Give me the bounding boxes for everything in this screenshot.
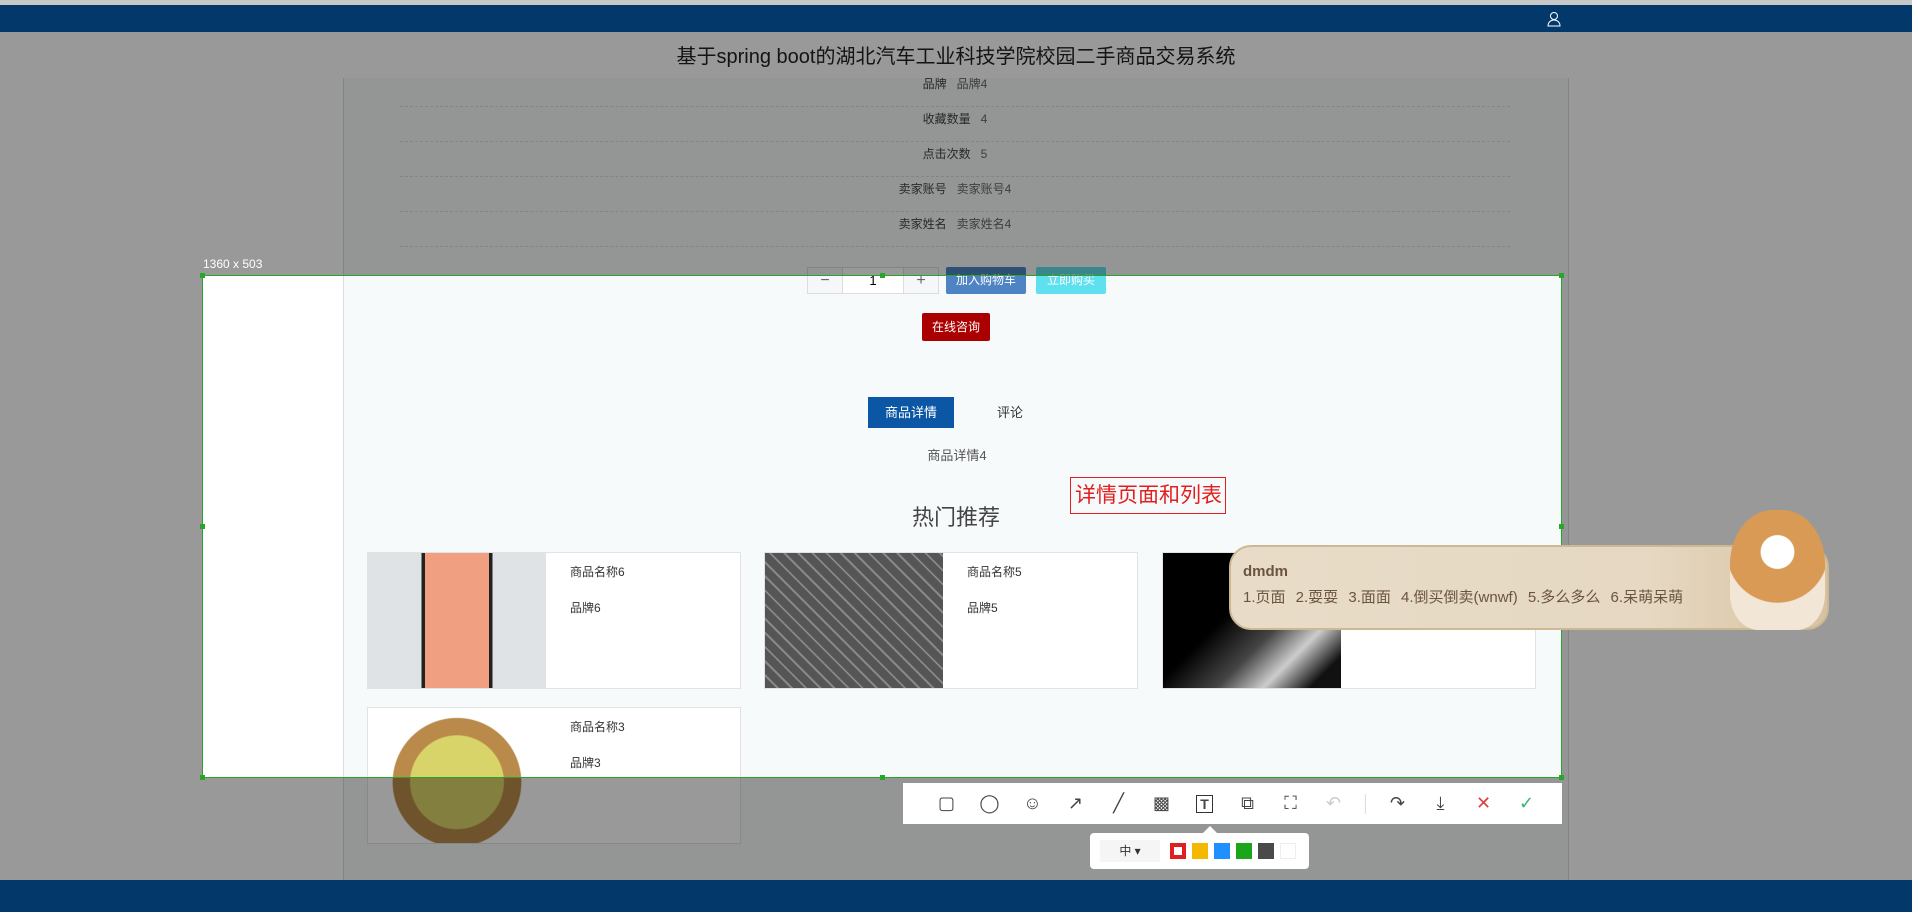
pen-icon[interactable]: ╱	[1097, 793, 1140, 814]
resize-handle[interactable]	[1559, 273, 1564, 278]
rectangle-icon[interactable]: ▢	[925, 793, 968, 814]
dim-overlay	[0, 32, 1912, 275]
dim-overlay	[0, 275, 202, 778]
resize-handle[interactable]	[200, 775, 205, 780]
resize-handle[interactable]	[880, 273, 885, 278]
toolbar-divider	[1365, 793, 1366, 814]
ellipse-icon[interactable]: ◯	[968, 793, 1011, 814]
resize-handle[interactable]	[200, 273, 205, 278]
color-swatch-gray[interactable]	[1258, 843, 1274, 859]
cancel-icon[interactable]: ✕	[1462, 793, 1505, 814]
footer-bar	[0, 880, 1912, 912]
undo-icon[interactable]: ↶	[1312, 793, 1355, 814]
resize-handle[interactable]	[200, 524, 205, 529]
dim-overlay	[1562, 275, 1912, 778]
confirm-icon[interactable]: ✓	[1505, 793, 1548, 814]
color-swatch-white[interactable]	[1280, 843, 1296, 859]
capture-selection[interactable]	[200, 273, 1564, 780]
text-annotation[interactable]: 详情页面和列表	[1070, 477, 1226, 514]
user-icon[interactable]	[1547, 11, 1561, 27]
emoji-icon[interactable]: ☺	[1011, 793, 1054, 814]
mosaic-icon[interactable]: ▩	[1140, 793, 1183, 814]
text-tool-icon[interactable]: T	[1183, 794, 1226, 813]
save-icon[interactable]: ⤓	[1419, 793, 1462, 814]
color-swatch-yellow[interactable]	[1192, 843, 1208, 859]
ime-skin-dog-image	[1730, 510, 1825, 630]
text-style-popup: 中 ▾	[1090, 826, 1309, 869]
font-size-select[interactable]: 中 ▾	[1100, 840, 1160, 862]
color-swatch-blue[interactable]	[1214, 843, 1230, 859]
color-swatch-red[interactable]	[1170, 843, 1186, 859]
resize-handle[interactable]	[1559, 524, 1564, 529]
screenshot-toolbar: ▢ ◯ ☺ ↗ ╱ ▩ T ⧉ ⛶ ↶ ↷ ⤓ ✕ ✓	[903, 783, 1562, 824]
resize-handle[interactable]	[1559, 775, 1564, 780]
ocr-icon[interactable]: ⛶	[1269, 793, 1312, 814]
arrow-icon[interactable]: ↗	[1054, 793, 1097, 814]
share-icon[interactable]: ↷	[1376, 793, 1419, 814]
resize-handle[interactable]	[880, 775, 885, 780]
pin-icon[interactable]: ⧉	[1226, 793, 1269, 814]
color-swatch-green[interactable]	[1236, 843, 1252, 859]
top-nav-bar	[0, 5, 1912, 32]
selection-size-label: 1360 x 503	[203, 257, 263, 271]
